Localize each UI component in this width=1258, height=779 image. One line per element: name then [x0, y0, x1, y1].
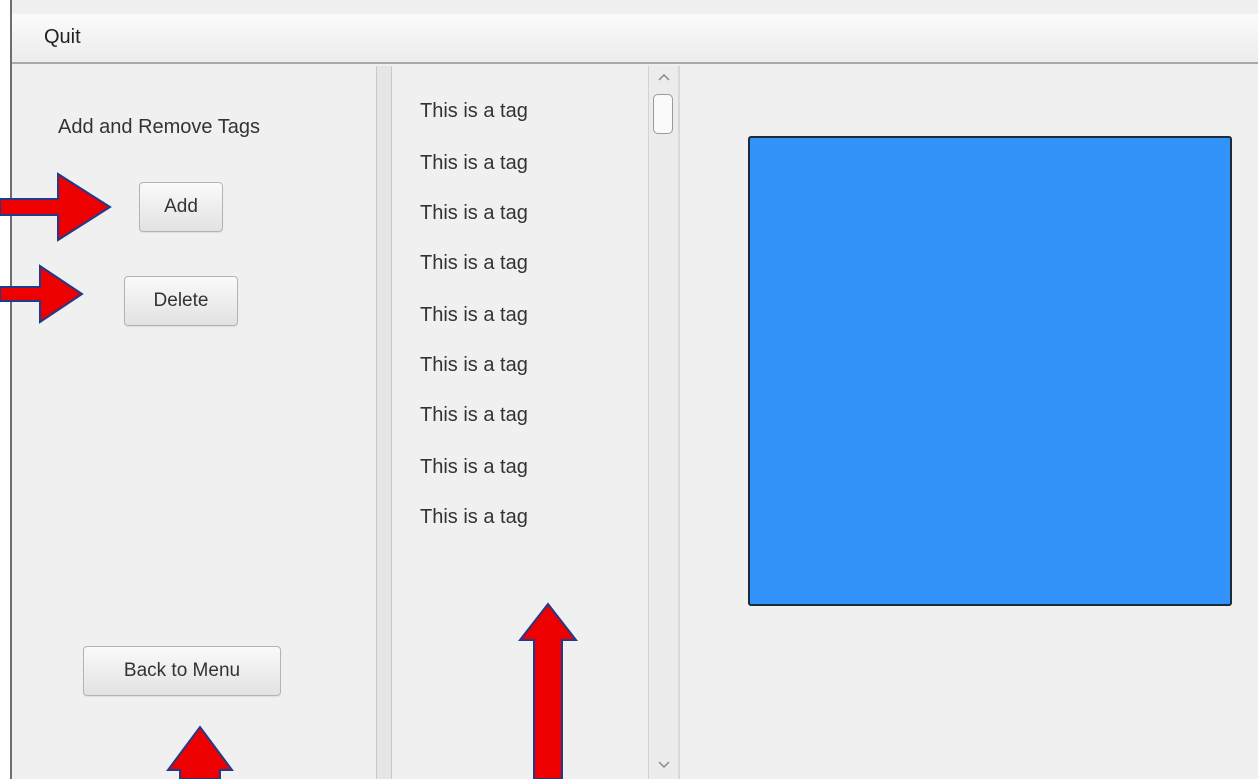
- list-item[interactable]: This is a tag: [420, 100, 528, 123]
- scrollbar-thumb[interactable]: [653, 94, 673, 134]
- list-item[interactable]: This is a tag: [420, 252, 528, 275]
- menu-bar: Quit: [12, 14, 1258, 64]
- split-pane-divider-left[interactable]: [376, 66, 392, 779]
- list-item[interactable]: This is a tag: [420, 456, 528, 479]
- back-to-menu-button[interactable]: Back to Menu: [83, 646, 281, 696]
- chevron-up-icon[interactable]: [649, 70, 679, 86]
- menu-quit[interactable]: Quit: [44, 26, 81, 49]
- list-item[interactable]: This is a tag: [420, 202, 528, 225]
- list-item[interactable]: This is a tag: [420, 404, 528, 427]
- list-item[interactable]: This is a tag: [420, 152, 528, 175]
- add-button[interactable]: Add: [139, 182, 223, 232]
- chevron-down-icon[interactable]: [649, 758, 679, 774]
- list-item[interactable]: This is a tag: [420, 304, 528, 327]
- panel-title: Add and Remove Tags: [58, 116, 260, 138]
- app-window: Quit Add and Remove Tags Add Delete Back…: [10, 0, 1258, 779]
- preview-pane: [680, 66, 1258, 779]
- tag-list[interactable]: This is a tag This is a tag This is a ta…: [392, 66, 648, 779]
- tag-list-scrollbar[interactable]: [648, 66, 678, 779]
- list-item[interactable]: This is a tag: [420, 354, 528, 377]
- color-preview-box: [748, 136, 1232, 606]
- list-item[interactable]: This is a tag: [420, 506, 528, 529]
- delete-button[interactable]: Delete: [124, 276, 238, 326]
